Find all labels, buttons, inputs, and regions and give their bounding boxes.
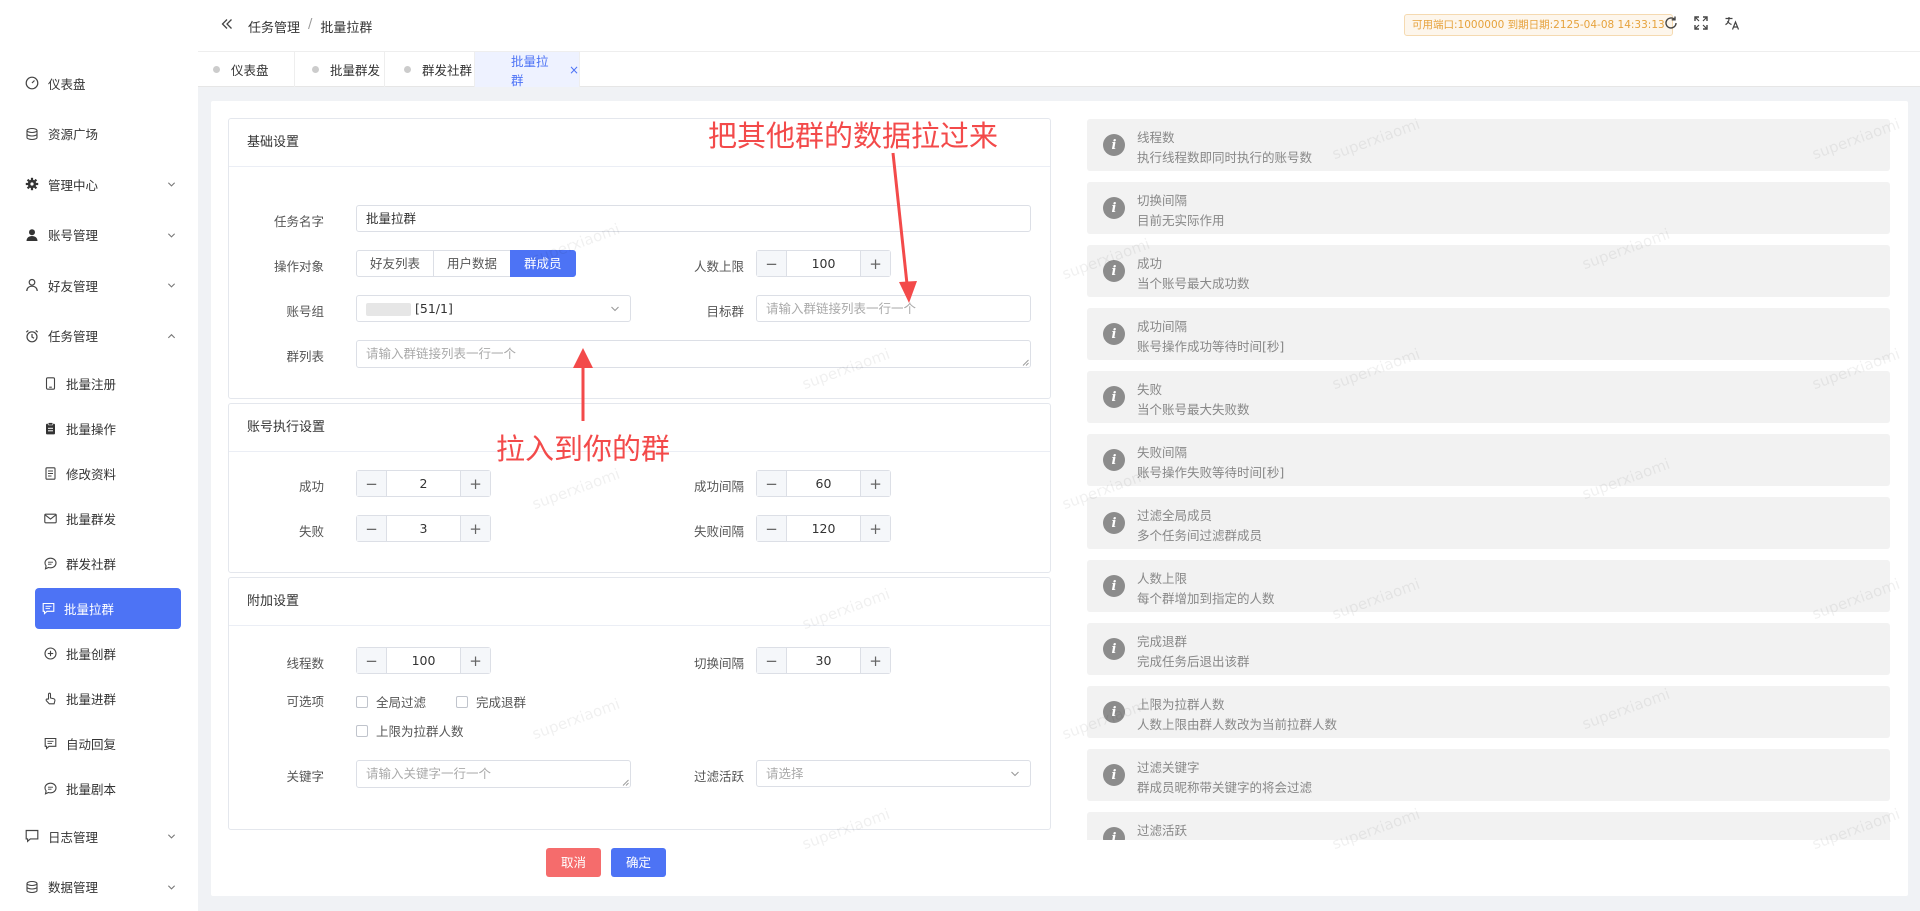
info-panel: i 过滤关键字群成员昵称带关键字的将会过滤	[1087, 749, 1890, 801]
info-panel: i 成功当个账号最大成功数	[1087, 245, 1890, 297]
info-icon: i	[1103, 197, 1125, 219]
info-panel: i 过滤活跃	[1087, 812, 1890, 840]
info-desc: 账号操作失败等待时间[秒]	[1137, 465, 1285, 480]
info-icon: i	[1103, 134, 1125, 156]
info-title: 过滤活跃	[1137, 823, 1188, 838]
info-panel: i 失败当个账号最大失败数	[1087, 371, 1890, 423]
info-desc: 每个群增加到指定的人数	[1137, 591, 1275, 606]
info-panel: i 失败间隔账号操作失败等待时间[秒]	[1087, 434, 1890, 486]
info-title: 成功间隔	[1137, 319, 1188, 334]
info-icon: i	[1103, 260, 1125, 282]
info-title: 过滤关键字	[1137, 760, 1200, 775]
info-panel: i 切换间隔目前无实际作用	[1087, 182, 1890, 234]
info-panel: i 过滤全局成员多个任务间过滤群成员	[1087, 497, 1890, 549]
info-title: 线程数	[1137, 130, 1175, 145]
info-title: 成功	[1137, 256, 1163, 271]
info-desc: 群成员昵称带关键字的将会过滤	[1137, 780, 1313, 795]
info-desc: 当个账号最大失败数	[1137, 402, 1250, 417]
info-title: 上限为拉群人数	[1137, 697, 1225, 712]
info-desc: 完成任务后退出该群	[1137, 654, 1250, 669]
info-icon: i	[1103, 512, 1125, 534]
info-desc: 目前无实际作用	[1137, 213, 1225, 228]
info-icon: i	[1103, 323, 1125, 345]
info-desc: 账号操作成功等待时间[秒]	[1137, 339, 1285, 354]
info-desc: 执行线程数即同时执行的账号数	[1137, 150, 1313, 165]
info-panel-list: i 线程数执行线程数即同时执行的账号数 i 切换间隔目前无实际作用 i 成功当个账号最…	[0, 0, 1920, 840]
info-desc: 多个任务间过滤群成员	[1137, 528, 1263, 543]
info-panel: i 线程数执行线程数即同时执行的账号数	[1087, 119, 1890, 171]
info-panel: i 成功间隔账号操作成功等待时间[秒]	[1087, 308, 1890, 360]
info-icon: i	[1103, 575, 1125, 597]
info-icon: i	[1103, 449, 1125, 471]
info-panel: i 上限为拉群人数人数上限由群人数改为当前拉群人数	[1087, 686, 1890, 738]
info-icon: i	[1103, 386, 1125, 408]
info-title: 完成退群	[1137, 634, 1188, 649]
info-title: 人数上限	[1137, 571, 1188, 586]
info-panel: i 完成退群完成任务后退出该群	[1087, 623, 1890, 675]
info-title: 失败	[1137, 382, 1163, 397]
info-icon: i	[1103, 701, 1125, 723]
info-desc: 当个账号最大成功数	[1137, 276, 1250, 291]
info-panel: i 人数上限每个群增加到指定的人数	[1087, 560, 1890, 612]
info-icon: i	[1103, 764, 1125, 786]
info-desc: 人数上限由群人数改为当前拉群人数	[1137, 717, 1338, 732]
info-title: 过滤全局成员	[1137, 508, 1213, 523]
info-icon: i	[1103, 827, 1125, 840]
info-icon: i	[1103, 638, 1125, 660]
info-title: 失败间隔	[1137, 445, 1188, 460]
info-title: 切换间隔	[1137, 193, 1188, 208]
